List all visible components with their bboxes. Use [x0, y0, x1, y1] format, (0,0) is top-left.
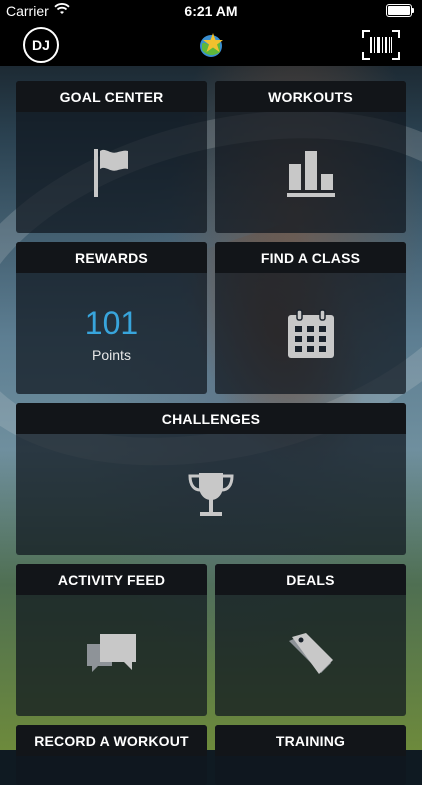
avatar-button[interactable]: DJ	[23, 27, 59, 63]
flag-icon	[92, 147, 132, 199]
tile-title: WORKOUTS	[215, 81, 406, 112]
brand-logo-icon	[196, 30, 226, 60]
tile-title: DEALS	[215, 564, 406, 595]
barcode-scan-icon	[362, 30, 400, 60]
tile-deals[interactable]: DEALS	[215, 564, 406, 716]
tile-workouts[interactable]: WORKOUTS	[215, 81, 406, 233]
tile-title: FIND A CLASS	[215, 242, 406, 273]
tile-title: GOAL CENTER	[16, 81, 207, 112]
tile-rewards[interactable]: REWARDS 101 Points	[16, 242, 207, 394]
tile-goal-center[interactable]: GOAL CENTER	[16, 81, 207, 233]
calendar-icon	[287, 308, 335, 359]
tile-title: RECORD A WORKOUT	[16, 725, 207, 756]
bar-chart-icon	[286, 148, 336, 198]
tile-title: ACTIVITY FEED	[16, 564, 207, 595]
tile-find-a-class[interactable]: FIND A CLASS	[215, 242, 406, 394]
battery-icon	[386, 4, 414, 17]
tags-icon	[286, 631, 336, 681]
tile-title: CHALLENGES	[16, 403, 406, 434]
barcode-scan-button[interactable]	[362, 30, 400, 60]
reward-points-value: 101	[84, 304, 139, 341]
tile-title: TRAINING	[215, 725, 406, 756]
status-time: 6:21 AM	[184, 3, 238, 19]
tile-activity-feed[interactable]: ACTIVITY FEED	[16, 564, 207, 716]
tile-record-a-workout[interactable]: RECORD A WORKOUT	[16, 725, 207, 785]
tile-challenges[interactable]: CHALLENGES	[16, 403, 406, 555]
trophy-icon	[186, 470, 236, 520]
tile-title: REWARDS	[16, 242, 207, 273]
tile-training[interactable]: TRAINING	[215, 725, 406, 785]
chat-bubbles-icon	[86, 632, 138, 680]
reward-points-label: Points	[92, 346, 131, 363]
status-bar: Carrier 6:21 AM	[0, 0, 422, 22]
nav-bar: DJ	[0, 22, 422, 66]
